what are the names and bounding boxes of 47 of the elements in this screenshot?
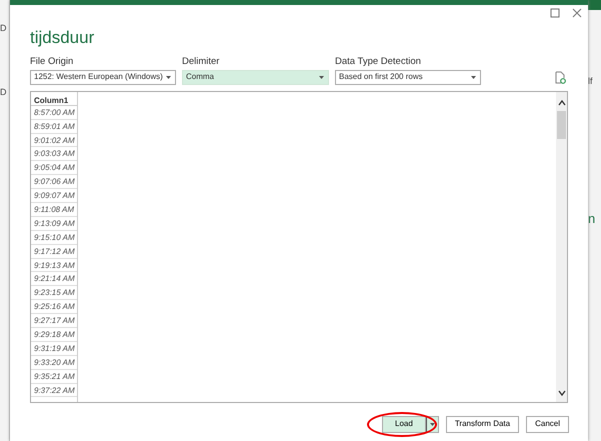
caret-icon bbox=[470, 74, 477, 80]
dropdown[interactable]: Comma bbox=[182, 70, 329, 85]
scroll-thumb[interactable] bbox=[557, 110, 566, 139]
caret-icon bbox=[318, 74, 325, 80]
table-cell: 9:29:18 AM bbox=[31, 328, 77, 342]
table-cell: 9:31:19 AM bbox=[31, 342, 77, 356]
table-cell: 9:09:07 AM bbox=[31, 189, 77, 203]
dialog-title: tijdsduur bbox=[30, 27, 96, 49]
scroll-up-icon[interactable] bbox=[558, 98, 566, 108]
table-cell: 9:35:21 AM bbox=[31, 370, 77, 384]
table-cell: 9:15:10 AM bbox=[31, 230, 77, 245]
table-cell: 9:33:20 AM bbox=[31, 356, 77, 370]
close-icon[interactable] bbox=[572, 8, 582, 18]
dropdown[interactable]: 1252: Western European (Windows) bbox=[30, 70, 176, 85]
dialog-button[interactable]: Cancel bbox=[526, 416, 569, 433]
column-header: Column1 bbox=[31, 92, 77, 106]
table-cell: 8:59:01 AM bbox=[31, 120, 77, 134]
table-cell: 9:01:02 AM bbox=[31, 134, 77, 148]
app-text: lf bbox=[588, 75, 594, 88]
table-cell: 9:37:22 AM bbox=[31, 384, 77, 398]
table-cell: 9:05:04 AM bbox=[31, 161, 77, 176]
table-cell: 9:17:12 AM bbox=[31, 244, 77, 259]
highlight-ellipse bbox=[367, 412, 438, 437]
app-text: D bbox=[0, 86, 8, 98]
load-button[interactable]: Load bbox=[382, 416, 426, 433]
table-cell: 9:03:03 AM bbox=[31, 147, 77, 162]
dropdown[interactable]: Based on first 200 rows bbox=[335, 70, 481, 85]
caret-icon bbox=[165, 74, 172, 80]
table-cell: 9:11:08 AM bbox=[31, 202, 77, 217]
scrollbar[interactable] bbox=[556, 92, 567, 402]
field-label: Delimiter bbox=[182, 54, 220, 68]
caret-icon bbox=[428, 422, 436, 427]
table-cell: 9:27:17 AM bbox=[31, 314, 77, 328]
maximize-icon[interactable] bbox=[550, 8, 560, 18]
field-label: File Origin bbox=[30, 54, 74, 68]
table-cell: 9:13:09 AM bbox=[31, 216, 77, 231]
table-cell: 9:21:14 AM bbox=[31, 272, 77, 286]
table-cell: 9:23:15 AM bbox=[31, 286, 77, 300]
field-label: Data Type Detection bbox=[335, 54, 422, 68]
table-cell: 9:25:16 AM bbox=[31, 300, 77, 314]
app-text: n bbox=[588, 210, 596, 228]
table-cell: 9:07:06 AM bbox=[31, 175, 77, 190]
refresh-file-icon[interactable] bbox=[555, 71, 566, 84]
table-cell: 8:57:00 AM bbox=[31, 106, 77, 120]
dialog-button[interactable]: Transform Data bbox=[446, 416, 520, 433]
table-cell: 9:19:13 AM bbox=[31, 258, 77, 272]
app-text: D bbox=[0, 22, 8, 35]
